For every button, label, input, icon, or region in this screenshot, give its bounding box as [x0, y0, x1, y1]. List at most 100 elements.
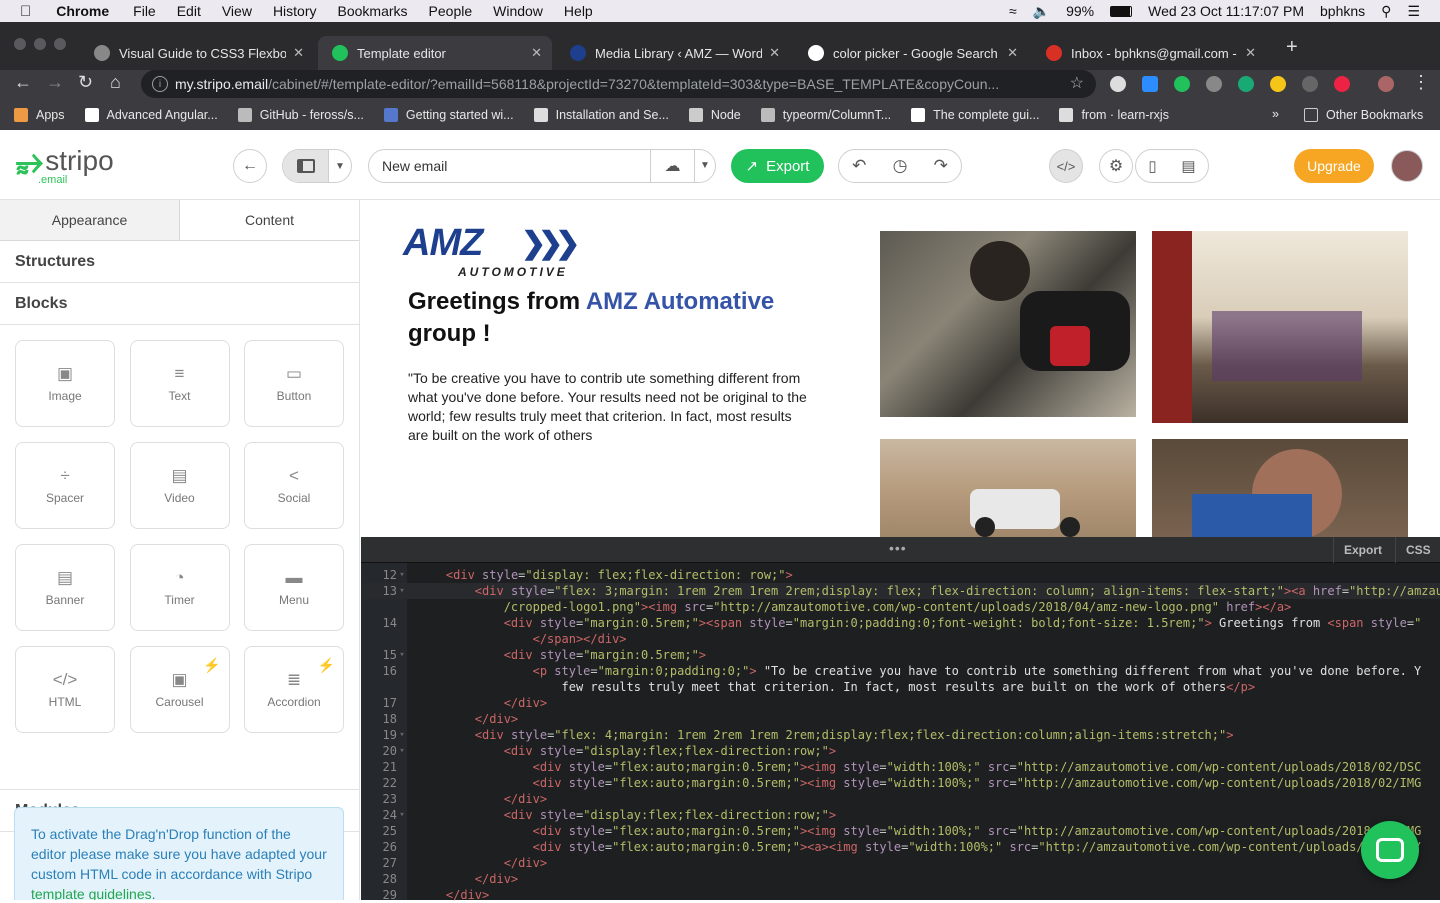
code-line[interactable]: 15 ▾ <div style="margin:0.5rem;"> — [361, 647, 1440, 663]
apple-icon[interactable]:  — [20, 3, 31, 20]
blocks-section-title[interactable]: Blocks — [0, 283, 359, 325]
code-line[interactable]: 21 <div style="flex:auto;margin:0.5rem;"… — [361, 759, 1440, 775]
code-editor-toggle-button[interactable]: </> — [1049, 149, 1083, 183]
fold-chevron-icon[interactable]: ▾ — [397, 647, 407, 663]
settings-button[interactable]: ⚙ — [1099, 149, 1133, 183]
code-line[interactable]: 27 </div> — [361, 855, 1440, 871]
fold-chevron-icon[interactable]: ▾ — [397, 583, 407, 599]
clipboard-test-icon[interactable]: ▤ — [1181, 157, 1195, 175]
save-options-chevron-icon[interactable]: ▼ — [694, 150, 715, 182]
mac-menu-help[interactable]: Help — [564, 3, 593, 19]
code-line[interactable]: 14 <div style="margin:0.5rem;"><span sty… — [361, 615, 1440, 631]
chevron-down-icon[interactable]: ▼ — [329, 161, 351, 172]
back-icon[interactable]: ← — [14, 72, 32, 93]
redo-icon[interactable]: ↷ — [934, 156, 948, 176]
undo-icon[interactable]: ↶ — [852, 156, 866, 176]
mac-menu-view[interactable]: View — [222, 3, 252, 19]
code-line[interactable]: 13 ▾ <div style="flex: 3;margin: 1rem 2re… — [361, 583, 1440, 599]
block-accordion[interactable]: ≣ Accordion ⚡ — [244, 646, 344, 733]
code-line[interactable]: few results truly meet that criterion. I… — [361, 679, 1440, 695]
block-button[interactable]: ▭ Button — [244, 340, 344, 427]
cloud-save-icon[interactable]: ☁ — [650, 150, 694, 182]
tab-content[interactable]: Content — [180, 200, 359, 240]
browser-tab-2[interactable]: Template editor ✕ — [318, 36, 552, 70]
code-line[interactable]: 24 ▾ <div style="display:flex;flex-direct… — [361, 807, 1440, 823]
code-content[interactable]: 12 ▾ <div style="display: flex;flex-direc… — [361, 567, 1440, 903]
amz-logo[interactable]: AMZ ❯❯❯ AUTOMOTIVE — [403, 222, 603, 280]
resize-handle-icon[interactable]: ••• — [889, 540, 907, 556]
photo-buggy-race[interactable] — [880, 439, 1136, 537]
photo-student-goggles[interactable] — [1152, 439, 1408, 537]
code-line[interactable]: 26 <div style="flex:auto;margin:0.5rem;"… — [361, 839, 1440, 855]
close-tab-icon[interactable]: ✕ — [1007, 45, 1018, 61]
close-window-button[interactable] — [14, 38, 26, 50]
block-timer[interactable]: ◔ Timer — [129, 544, 230, 631]
fold-chevron-icon[interactable]: ▾ — [397, 743, 407, 759]
extension-icon-5[interactable] — [1238, 76, 1254, 92]
forward-icon[interactable]: → — [46, 72, 64, 93]
block-text[interactable]: ≡ Text — [129, 340, 230, 427]
mobile-preview-icon[interactable]: ▯ — [1148, 157, 1156, 175]
bookmark-item-8[interactable]: The complete gui... — [911, 108, 1039, 122]
control-center-icon[interactable]: ☰ — [1407, 3, 1420, 20]
mac-menu-history[interactable]: History — [273, 3, 317, 19]
tab-appearance[interactable]: Appearance — [0, 200, 180, 240]
template-guidelines-link[interactable]: template guidelines — [31, 886, 152, 900]
export-button[interactable]: ↗ Export — [731, 149, 824, 183]
close-tab-icon[interactable]: ✕ — [769, 45, 780, 61]
bookmark-item-9[interactable]: from · learn-rxjs — [1059, 108, 1169, 122]
code-line[interactable]: 23 </div> — [361, 791, 1440, 807]
spotlight-search-icon[interactable]: ⚲ — [1381, 3, 1391, 20]
zoom-extension-icon[interactable] — [1142, 76, 1158, 92]
wifi-icon[interactable]: ≈ — [1009, 3, 1017, 19]
code-line[interactable]: 29 </div> — [361, 887, 1440, 903]
extension-icon-7[interactable] — [1302, 76, 1318, 92]
extension-icon-4[interactable] — [1206, 76, 1222, 92]
browser-tab-3[interactable]: Media Library ‹ AMZ — WordP ✕ — [556, 36, 790, 70]
app-menu-chrome[interactable]: Chrome — [56, 3, 109, 19]
mac-menu-window[interactable]: Window — [493, 3, 543, 19]
code-line[interactable]: 20 ▾ <div style="display:flex;flex-direct… — [361, 743, 1440, 759]
mac-menu-bookmarks[interactable]: Bookmarks — [338, 3, 408, 19]
bookmark-item-4[interactable]: Getting started wi... — [383, 108, 514, 122]
profile-avatar[interactable] — [1378, 76, 1394, 92]
code-line[interactable]: 18 </div> — [361, 711, 1440, 727]
volume-icon[interactable]: 🔈 — [1033, 3, 1050, 20]
code-line[interactable]: /cropped-logo1.png"><img src="http://amz… — [361, 599, 1440, 615]
minimize-window-button[interactable] — [34, 38, 46, 50]
layout-view-button[interactable] — [283, 150, 329, 182]
fold-chevron-icon[interactable]: ▾ — [397, 807, 407, 823]
browser-tab-4[interactable]: color picker - Google Search ✕ — [794, 36, 1028, 70]
browser-tab-1[interactable]: Visual Guide to CSS3 Flexbox: ✕ — [80, 36, 314, 70]
close-tab-icon[interactable]: ✕ — [1245, 45, 1256, 61]
bookmark-item-5[interactable]: Installation and Se... — [533, 108, 669, 122]
extension-icon-8[interactable] — [1334, 76, 1350, 92]
code-line[interactable]: 22 <div style="flex:auto;margin:0.5rem;"… — [361, 775, 1440, 791]
export-tab[interactable]: Export — [1333, 537, 1392, 563]
structures-section[interactable]: Structures — [0, 241, 359, 283]
code-line[interactable]: 25 <div style="flex:auto;margin:0.5rem;"… — [361, 823, 1440, 839]
bookmark-item-2[interactable]: Advanced Angular... — [84, 108, 218, 122]
bookmark-item-6[interactable]: Node — [688, 108, 741, 122]
bookmarks-overflow-icon[interactable]: » — [1272, 107, 1279, 121]
email-name-input[interactable] — [382, 158, 650, 174]
battery-icon[interactable] — [1110, 5, 1133, 17]
back-button[interactable]: ← — [233, 149, 267, 183]
support-chat-button[interactable] — [1361, 821, 1419, 879]
mac-menu-edit[interactable]: Edit — [177, 3, 201, 19]
block-html[interactable]: </> HTML — [15, 646, 115, 733]
bookmark-item-3[interactable]: GitHub - feross/s... — [237, 108, 364, 122]
clock[interactable]: Wed 23 Oct 11:17:07 PM — [1148, 3, 1304, 19]
chrome-menu-icon[interactable]: ⋮ — [1412, 72, 1430, 93]
address-bar[interactable]: i my.stripo.email/cabinet/#/template-edi… — [141, 70, 1096, 98]
close-tab-icon[interactable]: ✕ — [531, 45, 542, 61]
version-history-icon[interactable]: ◷ — [893, 156, 908, 176]
code-line[interactable]: 19 ▾ <div style="flex: 4;margin: 1rem 2re… — [361, 727, 1440, 743]
stripo-logo[interactable]: ⥵ stripo .email — [16, 144, 114, 186]
code-line[interactable]: 28 </div> — [361, 871, 1440, 887]
user-name[interactable]: bphkns — [1320, 3, 1365, 19]
fold-chevron-icon[interactable]: ▾ — [397, 727, 407, 743]
code-line[interactable]: 17 </div> — [361, 695, 1440, 711]
site-info-icon[interactable]: i — [152, 76, 168, 92]
mac-menu-file[interactable]: File — [133, 3, 156, 19]
